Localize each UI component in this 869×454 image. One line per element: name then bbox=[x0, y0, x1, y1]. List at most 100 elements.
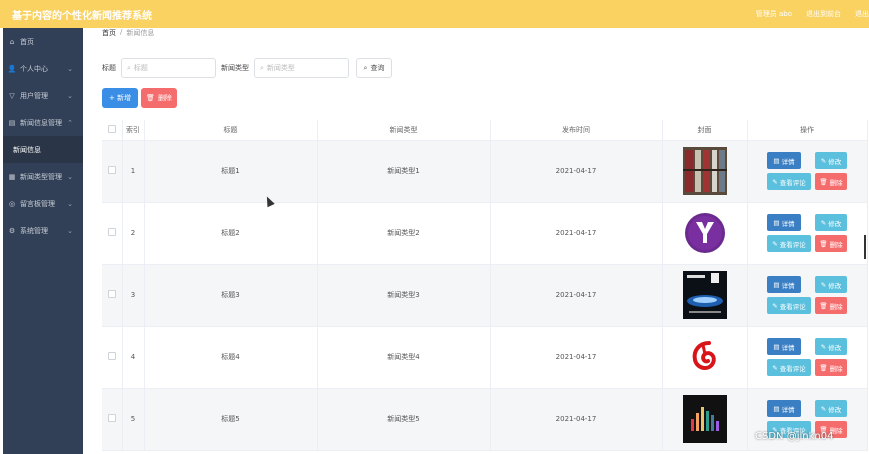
edit-button[interactable]: ✎ 修改 bbox=[815, 152, 847, 169]
detail-button[interactable]: ▤ 详情 bbox=[767, 152, 801, 169]
gear-icon: ⚙ bbox=[8, 226, 16, 235]
select-all-header[interactable] bbox=[102, 120, 123, 141]
sidebar-item-home[interactable]: ⌂ 首页 bbox=[3, 28, 83, 55]
detail-button[interactable]: ▤ 详情 bbox=[767, 338, 801, 355]
delete-button[interactable]: 🗑 删除 bbox=[815, 173, 847, 190]
chevron-down-icon: ⌄ bbox=[67, 199, 73, 208]
trash-icon: 🗑 bbox=[819, 301, 828, 310]
table-row: 4 标题4 新闻类型4 2021-04-17 ▤详情 ✎修改 ✎查看评论 bbox=[102, 326, 868, 389]
view-comments-button[interactable]: ✎ 查看评论 bbox=[767, 359, 811, 376]
row-type: 新闻类型2 bbox=[317, 202, 491, 265]
detail-label: 详情 bbox=[781, 219, 795, 228]
table-header-row: 索引 标题 新闻类型 发布时间 封面 操作 bbox=[102, 120, 868, 141]
search-bar: 标题 ⌕ 标题 新闻类型 ⌕ 新闻类型 ⌕ 查询 bbox=[102, 58, 392, 78]
add-button[interactable]: + 新增 bbox=[102, 88, 138, 108]
sidebar-item-system[interactable]: ⚙ 系统管理 ⌄ bbox=[3, 217, 83, 244]
delete-button[interactable]: 🗑 删除 bbox=[815, 297, 847, 314]
detail-icon: ▤ bbox=[773, 404, 780, 413]
view-comments-button[interactable]: ✎ 查看评论 bbox=[767, 173, 811, 190]
select-all-checkbox[interactable] bbox=[107, 124, 116, 133]
row-title: 标题5 bbox=[144, 388, 318, 451]
sidebar-item-news-types[interactable]: ▦ 新闻类型管理 ⌄ bbox=[3, 163, 83, 190]
row-checkbox[interactable] bbox=[107, 228, 116, 236]
sidebar-item-label: 新闻信息管理 bbox=[20, 118, 62, 127]
breadcrumb-home[interactable]: 首页 bbox=[102, 28, 116, 38]
title-placeholder: 标题 bbox=[133, 64, 148, 72]
breadcrumb-separator: / bbox=[120, 28, 123, 36]
chevron-down-icon: ⌄ bbox=[67, 64, 73, 73]
chevron-up-icon: ⌃ bbox=[67, 118, 73, 127]
row-type: 新闻类型5 bbox=[317, 388, 491, 451]
row-date: 2021-04-17 bbox=[490, 388, 663, 451]
detail-label: 详情 bbox=[781, 281, 795, 290]
comments-label: 查看评论 bbox=[779, 302, 806, 311]
table-row: 1 标题1 新闻类型1 2021-04-17 ▤ 详情 ✎ 修改 ✎ 查看评论 … bbox=[102, 140, 868, 203]
detail-label: 详情 bbox=[781, 157, 795, 166]
row-title: 标题1 bbox=[144, 140, 318, 203]
row-cover bbox=[662, 202, 748, 265]
delete-label: 删除 bbox=[829, 240, 843, 249]
detail-icon: ▤ bbox=[773, 342, 780, 351]
row-checkbox[interactable] bbox=[107, 290, 116, 298]
netease-music-cover-image bbox=[682, 333, 727, 381]
row-checkbox[interactable] bbox=[107, 352, 116, 360]
row-index: 4 bbox=[122, 326, 145, 389]
sidebar-item-label: 首页 bbox=[20, 37, 34, 46]
trash-icon: 🗑 bbox=[146, 94, 155, 102]
top-bar: 基于内容的个性化新闻推荐系统 管理员 abo 退出到前台 退出 bbox=[0, 0, 869, 28]
view-comments-button[interactable]: ✎ 查看评论 bbox=[767, 297, 811, 314]
logout-link[interactable]: 退出 bbox=[855, 9, 869, 19]
view-comments-button[interactable]: ✎ 查看评论 bbox=[767, 235, 811, 252]
comment-icon: ◎ bbox=[8, 199, 16, 208]
edit-button[interactable]: ✎ 修改 bbox=[815, 338, 847, 355]
query-button[interactable]: ⌕ 查询 bbox=[356, 58, 392, 78]
back-to-front-link[interactable]: 退出到前台 bbox=[806, 9, 841, 19]
edit-label: 修改 bbox=[828, 405, 842, 414]
admin-link[interactable]: 管理员 abo bbox=[756, 9, 792, 19]
sidebar-item-profile[interactable]: 👤 个人中心 ⌄ bbox=[3, 55, 83, 82]
sidebar-item-news-info[interactable]: 新闻信息 bbox=[3, 136, 83, 163]
main-content: 首页 / 新闻信息 标题 ⌕ 标题 新闻类型 ⌕ 新闻类型 ⌕ 查询 + 新增 … bbox=[83, 28, 869, 454]
row-cover bbox=[662, 264, 748, 327]
detail-icon: ▤ bbox=[773, 218, 780, 227]
edit-icon: ✎ bbox=[772, 177, 778, 186]
row-title: 标题2 bbox=[144, 202, 318, 265]
sidebar-item-label: 系统管理 bbox=[20, 226, 48, 235]
edit-icon: ✎ bbox=[772, 363, 778, 372]
sidebar-item-messages[interactable]: ◎ 留言板管理 ⌄ bbox=[3, 190, 83, 217]
delete-button[interactable]: 🗑 删除 bbox=[815, 359, 847, 376]
scrollbar-thumb[interactable] bbox=[864, 235, 866, 259]
comments-label: 查看评论 bbox=[779, 240, 806, 249]
action-bar: + 新增 🗑 删除 bbox=[102, 88, 177, 108]
title-search-input[interactable]: ⌕ 标题 bbox=[121, 58, 216, 78]
edit-button[interactable]: ✎ 修改 bbox=[815, 400, 847, 417]
trash-icon: 🗑 bbox=[819, 239, 828, 248]
detail-button[interactable]: ▤ 详情 bbox=[767, 276, 801, 293]
edit-button[interactable]: ✎ 修改 bbox=[815, 214, 847, 231]
row-checkbox[interactable] bbox=[107, 166, 116, 174]
type-search-input[interactable]: ⌕ 新闻类型 bbox=[254, 58, 349, 78]
edit-button[interactable]: ✎ 修改 bbox=[815, 276, 847, 293]
sidebar-item-label: 新闻信息 bbox=[13, 145, 41, 154]
sidebar-item-label: 个人中心 bbox=[20, 64, 48, 73]
detail-button[interactable]: ▤ 详情 bbox=[767, 214, 801, 231]
edit-icon: ✎ bbox=[772, 239, 778, 248]
row-type: 新闻类型3 bbox=[317, 264, 491, 327]
row-checkbox[interactable] bbox=[107, 414, 116, 422]
yahoo-cover-image bbox=[682, 209, 727, 257]
row-actions: ▤ 详情 ✎ 修改 ✎ 查看评论 🗑 删除 bbox=[747, 140, 868, 203]
delete-button[interactable]: 🗑 删除 bbox=[815, 235, 847, 252]
batch-delete-button[interactable]: 🗑 删除 bbox=[141, 88, 177, 108]
sidebar-item-label: 用户管理 bbox=[20, 91, 48, 100]
sidebar: ⌂ 首页 👤 个人中心 ⌄ ▽ 用户管理 ⌄ ▤ 新闻信息管理 ⌃ 新闻信息 ▦… bbox=[3, 28, 83, 454]
sidebar-item-users[interactable]: ▽ 用户管理 ⌄ bbox=[3, 82, 83, 109]
column-header-title: 标题 bbox=[144, 120, 318, 141]
edit-label: 修改 bbox=[828, 343, 842, 352]
equalizer-cover-image bbox=[682, 395, 727, 443]
table-row: 5 标题5 新闻类型5 2021-04-17 ▤ 详情 ✎ 修改 ✎ 查看评论 … bbox=[102, 388, 868, 451]
detail-button[interactable]: ▤ 详情 bbox=[767, 400, 801, 417]
sidebar-item-news-management[interactable]: ▤ 新闻信息管理 ⌃ bbox=[3, 109, 83, 136]
row-date: 2021-04-17 bbox=[490, 264, 663, 327]
row-cover bbox=[662, 326, 748, 389]
type-placeholder: 新闻类型 bbox=[266, 64, 295, 72]
